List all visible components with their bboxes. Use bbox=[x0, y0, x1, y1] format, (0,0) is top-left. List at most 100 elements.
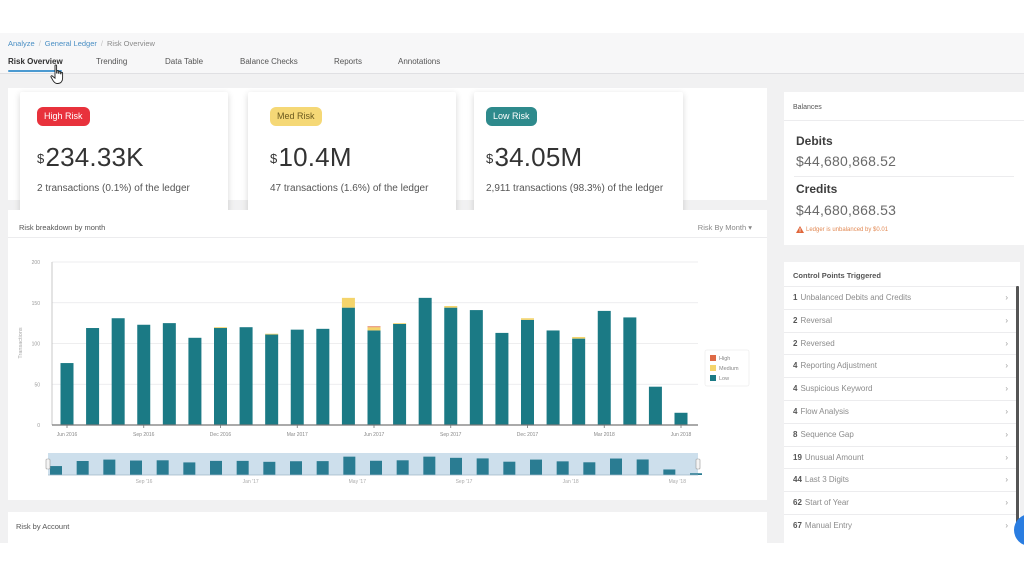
risk-by-account-title: Risk by Account bbox=[16, 522, 70, 531]
navigator-bar bbox=[316, 461, 329, 475]
control-point-item[interactable]: 2 Reversed › bbox=[784, 331, 1016, 355]
chevron-right-icon: › bbox=[1005, 361, 1008, 371]
breadcrumb-analyze[interactable]: Analyze bbox=[8, 39, 35, 48]
currency-symbol: $ bbox=[486, 151, 494, 166]
x-tick-label: Jun 2016 bbox=[57, 432, 78, 438]
divider bbox=[794, 176, 1014, 177]
navigator-bar bbox=[503, 461, 516, 475]
navigator-bar bbox=[396, 460, 409, 475]
y-tick-label: 100 bbox=[32, 342, 41, 348]
navigator-bar bbox=[76, 461, 89, 475]
control-point-label: Start of Year bbox=[804, 498, 849, 508]
currency-symbol: $ bbox=[270, 151, 278, 166]
control-point-item[interactable]: 44 Last 3 Digits › bbox=[784, 468, 1016, 491]
navigator-left-handle[interactable] bbox=[45, 458, 51, 470]
navigator-bar bbox=[50, 466, 62, 475]
control-point-count: 4 bbox=[793, 361, 798, 371]
credits-value: $44,680,868.53 bbox=[796, 202, 897, 218]
currency-symbol: $ bbox=[37, 151, 45, 166]
tab-reports[interactable]: Reports bbox=[334, 57, 362, 66]
med-risk-badge: Med Risk bbox=[270, 107, 322, 126]
med-risk-card[interactable]: Med Risk $10.4M 47 transactions (1.6%) o… bbox=[248, 92, 456, 216]
legend-label-medium: Medium bbox=[719, 366, 739, 372]
bar-low-nov-2017 bbox=[495, 332, 509, 425]
med-risk-amount: $10.4M bbox=[270, 142, 352, 172]
bar-medium-jul-2017 bbox=[393, 323, 407, 324]
control-point-label: Sequence Gap bbox=[800, 429, 854, 439]
chevron-right-icon: › bbox=[1005, 452, 1008, 462]
legend-swatch-high bbox=[710, 355, 716, 361]
control-point-item[interactable]: 1 Unbalanced Debits and Credits › bbox=[784, 286, 1016, 309]
bar-low-jul-2017 bbox=[393, 323, 407, 425]
control-point-item[interactable]: 4 Suspicious Keyword › bbox=[784, 377, 1016, 400]
scrollbar[interactable] bbox=[1016, 286, 1019, 532]
control-point-item[interactable]: 19 Unusual Amount › bbox=[784, 445, 1016, 469]
tab-balance-checks[interactable]: Balance Checks bbox=[240, 57, 298, 66]
navigator-label: Jan '18 bbox=[563, 479, 579, 485]
control-point-label: Last 3 Digits bbox=[804, 475, 849, 485]
navigator-right-handle[interactable] bbox=[695, 458, 701, 470]
legend-swatch-medium bbox=[710, 365, 716, 371]
navigator-label: Sep '17 bbox=[456, 479, 473, 485]
control-point-item[interactable]: 4 Reporting Adjustment › bbox=[784, 354, 1016, 377]
legend-label-low: Low bbox=[719, 376, 729, 382]
navigator-bar bbox=[130, 460, 142, 475]
y-tick-label: 0 bbox=[37, 423, 40, 429]
bar-medium-may-2017 bbox=[341, 297, 355, 308]
high-risk-amount: $234.33K bbox=[37, 142, 144, 172]
high-risk-card[interactable]: High Risk $234.33K 2 transactions (0.1%)… bbox=[20, 92, 228, 216]
y-tick-label: 150 bbox=[32, 301, 41, 307]
hand-cursor-icon bbox=[50, 64, 64, 84]
control-point-item[interactable]: 2 Reversal › bbox=[784, 308, 1016, 332]
risk-by-month-dropdown[interactable]: Risk By Month ▾ bbox=[698, 223, 752, 232]
divider bbox=[8, 237, 767, 238]
chevron-right-icon: › bbox=[1005, 498, 1008, 508]
navigator-bar bbox=[156, 460, 169, 475]
navigator-bar bbox=[370, 460, 382, 475]
credits-label: Credits bbox=[796, 182, 838, 196]
navigator-bar bbox=[236, 460, 249, 475]
bar-low-mar-2017 bbox=[290, 329, 304, 425]
control-points-panel: Control Points Triggered 1 Unbalanced Deb… bbox=[784, 262, 1020, 543]
chart-title: Risk breakdown by month bbox=[19, 223, 106, 232]
low-risk-card[interactable]: Low Risk $34.05M 2,911 transactions (98.… bbox=[474, 92, 683, 216]
control-point-count: 2 bbox=[793, 315, 798, 325]
bar-medium-jun-2017 bbox=[367, 327, 381, 331]
amount-value: 10.4M bbox=[278, 142, 352, 172]
x-tick-label: Jun 2017 bbox=[364, 432, 385, 438]
med-risk-detail: 47 transactions (1.6%) of the ledger bbox=[270, 183, 429, 194]
tab-trending[interactable]: Trending bbox=[96, 57, 127, 66]
tab-annotations[interactable]: Annotations bbox=[398, 57, 440, 66]
divider bbox=[784, 120, 1024, 121]
unbalanced-warning: Ledger is unbalanced by $0.01 bbox=[796, 226, 888, 233]
control-point-item[interactable]: 62 Start of Year › bbox=[784, 491, 1016, 514]
navigator-label: May '18 bbox=[669, 479, 687, 485]
bar-low-oct-2017 bbox=[469, 310, 483, 425]
control-point-item[interactable]: 4 Flow Analysis › bbox=[784, 399, 1016, 423]
bar-low-dec-2017 bbox=[521, 319, 534, 425]
control-points-list: 1 Unbalanced Debits and Credits › 2 Reversal… bbox=[784, 286, 1016, 537]
x-tick-label: Mar 2018 bbox=[594, 432, 615, 438]
chevron-right-icon: › bbox=[1005, 520, 1008, 530]
bar-low-sep-2017 bbox=[444, 307, 458, 425]
navigator-bar bbox=[476, 458, 489, 475]
x-tick-label: Dec 2016 bbox=[210, 432, 232, 438]
tab-data-table[interactable]: Data Table bbox=[165, 57, 203, 66]
y-tick-label: 200 bbox=[32, 260, 41, 266]
control-point-item[interactable]: 67 Manual Entry › bbox=[784, 513, 1016, 537]
control-point-label: Manual Entry bbox=[804, 520, 853, 530]
bar-low-feb-2017 bbox=[265, 334, 279, 425]
legend-label-high: High bbox=[719, 356, 730, 362]
navigator-bar bbox=[423, 456, 436, 475]
legend-swatch-low bbox=[710, 375, 716, 381]
dropdown-label: Risk By Month bbox=[697, 223, 747, 232]
control-point-item[interactable]: 8 Sequence Gap › bbox=[784, 422, 1016, 446]
y-axis-title: Transactions bbox=[18, 327, 24, 359]
control-point-label: Unbalanced Debits and Credits bbox=[800, 293, 912, 302]
bar-low-apr-2017 bbox=[316, 328, 330, 425]
navigator-label: May '17 bbox=[349, 479, 367, 485]
low-risk-detail: 2,911 transactions (98.3%) of the ledger bbox=[486, 183, 664, 194]
amount-value: 34.05M bbox=[494, 142, 583, 172]
breadcrumb-general-ledger[interactable]: General Ledger bbox=[45, 39, 97, 48]
bar-low-jun-2017 bbox=[367, 330, 381, 425]
